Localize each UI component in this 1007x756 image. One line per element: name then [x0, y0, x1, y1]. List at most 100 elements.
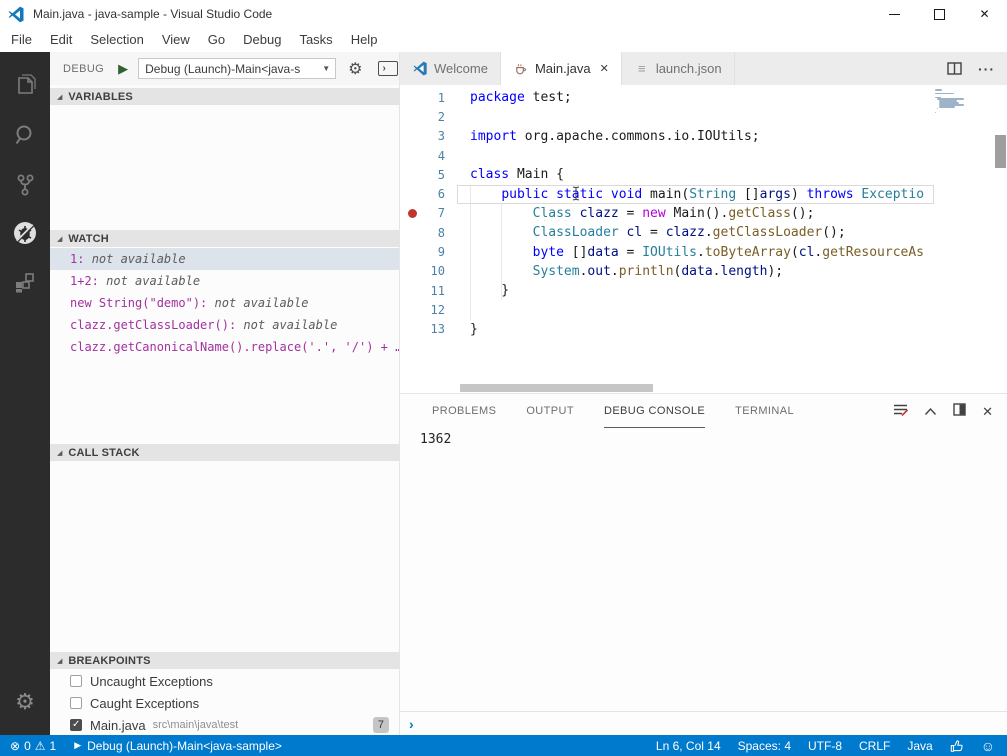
breakpoint-checkbox[interactable] — [70, 719, 82, 731]
breakpoint-dot[interactable] — [408, 208, 417, 218]
watch-expression-row[interactable]: clazz.getClassLoader(): not available — [50, 314, 399, 336]
tab-main-java[interactable]: Main.java ✕ — [500, 52, 622, 85]
code-line[interactable]: 8 ClassLoader cl = clazz.getClassLoader(… — [400, 223, 1007, 242]
menu-go[interactable]: Go — [199, 28, 234, 52]
code-text: Class clazz = new Main().getClass(); — [532, 205, 815, 221]
code-line[interactable]: 7 Class clazz = new Main().getClass(); — [400, 204, 1007, 223]
code-line[interactable]: 11 } — [400, 281, 1007, 300]
code-line[interactable]: 10 System.out.println(data.length); — [400, 262, 1007, 281]
problems-status[interactable]: ⊗ 0 ⚠ 1 — [10, 739, 60, 753]
breakpoint-checkbox[interactable] — [70, 697, 82, 709]
debug-icon[interactable] — [0, 211, 50, 255]
watch-expression-row[interactable]: clazz.getCanonicalName().replace('.', '/… — [50, 336, 399, 358]
code-line[interactable]: 2 — [400, 107, 1007, 126]
maximize-panel-icon[interactable] — [924, 403, 937, 421]
watch-expression: new String("demo"): — [70, 296, 215, 310]
menu-help[interactable]: Help — [342, 28, 387, 52]
tab-launch-json[interactable]: ≡ launch.json — [621, 52, 735, 85]
minimap[interactable] — [935, 89, 991, 114]
panel-tab-terminal[interactable]: TERMINAL — [735, 394, 794, 428]
code-line[interactable]: 5 class Main { — [400, 165, 1007, 184]
open-debug-console-icon[interactable]: › — [378, 61, 399, 76]
search-icon[interactable] — [0, 113, 50, 157]
menu-view[interactable]: View — [153, 28, 199, 52]
tab-welcome[interactable]: Welcome — [400, 52, 501, 85]
clear-console-icon[interactable] — [893, 403, 909, 421]
more-actions-icon[interactable]: ··· — [978, 61, 995, 77]
menu-bar: File Edit Selection View Go Debug Tasks Help — [0, 28, 1007, 52]
code-line[interactable]: 6 public static void main(String []args)… — [400, 184, 1007, 203]
status-eol[interactable]: CRLF — [859, 739, 890, 753]
settings-gear-icon[interactable]: ⚙ — [0, 684, 50, 720]
variables-section-header[interactable]: ◢ VARIABLES — [50, 88, 399, 105]
debug-target-status[interactable]: ▶ Debug (Launch)-Main<java-sample> — [74, 739, 282, 753]
horizontal-scrollbar-thumb[interactable] — [460, 384, 653, 392]
vscode-window: Main.java - java-sample - Visual Studio … — [0, 0, 1007, 756]
smiley-feedback-icon[interactable]: ☺ — [981, 738, 995, 754]
call-stack-section-header[interactable]: ◢ CALL STACK — [50, 444, 399, 461]
menu-tasks[interactable]: Tasks — [290, 28, 341, 52]
code-line[interactable]: 12 — [400, 300, 1007, 319]
breakpoints-section-header[interactable]: ◢ BREAKPOINTS — [50, 652, 399, 669]
minimize-button[interactable] — [872, 0, 917, 28]
panel-tab-output[interactable]: OUTPUT — [526, 394, 574, 428]
split-editor-icon[interactable] — [947, 62, 962, 75]
breakpoint-row[interactable]: Uncaught Exceptions — [50, 670, 399, 692]
code-line[interactable]: 4 — [400, 146, 1007, 165]
start-debug-icon[interactable]: ▶ — [118, 61, 128, 77]
status-encoding[interactable]: UTF-8 — [808, 739, 842, 753]
vertical-scrollbar[interactable] — [994, 85, 1007, 393]
close-icon[interactable]: ✕ — [600, 62, 609, 75]
vertical-scrollbar-thumb[interactable] — [995, 135, 1006, 168]
close-button[interactable]: ✕ — [962, 0, 1007, 28]
maximize-button[interactable] — [917, 0, 962, 28]
status-indentation[interactable]: Spaces: 4 — [738, 739, 791, 753]
breakpoint-row[interactable]: Caught Exceptions — [50, 692, 399, 714]
bottom-panel: PROBLEMS OUTPUT DEBUG CONSOLE TERMINAL ✕ 13… — [400, 393, 1007, 735]
breakpoint-row[interactable]: Main.java src\main\java\test 7 — [50, 714, 399, 736]
debug-console-input[interactable]: › — [400, 711, 1007, 735]
tab-label: Welcome — [434, 61, 488, 76]
line-number: 4 — [437, 148, 445, 163]
code-line[interactable]: 13} — [400, 320, 1007, 339]
watch-expression-row[interactable]: 1+2: not available — [50, 270, 399, 292]
menu-edit[interactable]: Edit — [41, 28, 81, 52]
status-language-mode[interactable]: Java — [907, 739, 932, 753]
panel-tab-debug-console[interactable]: DEBUG CONSOLE — [603, 394, 706, 428]
watch-expression-row[interactable]: 1: not available — [50, 248, 399, 270]
breakpoint-label: Caught Exceptions — [90, 695, 200, 711]
watch-expression: 1+2: — [70, 274, 107, 288]
panel-tab-problems[interactable]: PROBLEMS — [432, 394, 496, 428]
code-line[interactable]: 1 package test; — [400, 88, 1007, 107]
chevron-down-icon: ▼ — [322, 64, 331, 73]
files-icon[interactable] — [0, 63, 50, 107]
debug-toolbar: DEBUG ▶ Debug (Launch)-Main<java-s ▼ ⚙ › — [50, 52, 399, 85]
code-lines: 1 package test; 2 3 import org.apache.common… — [400, 88, 1007, 339]
line-number: 2 — [437, 109, 445, 124]
menu-selection[interactable]: Selection — [81, 28, 152, 52]
menu-debug[interactable]: Debug — [234, 28, 290, 52]
tab-label: Main.java — [534, 61, 591, 76]
menu-file[interactable]: File — [2, 28, 41, 52]
code-editor[interactable]: 1 package test; 2 3 import org.apache.common… — [400, 85, 1007, 393]
close-panel-icon[interactable]: ✕ — [982, 404, 993, 420]
breakpoint-checkbox[interactable] — [70, 675, 82, 687]
watch-section-header[interactable]: ◢ WATCH — [50, 230, 399, 247]
tab-label: launch.json — [655, 61, 722, 76]
activity-bar: ⚙ — [0, 52, 50, 735]
code-line[interactable]: 9 byte []data = IOUtils.toByteArray(cl.g… — [400, 242, 1007, 261]
source-control-icon[interactable] — [0, 163, 50, 207]
status-bar-left: ⊗ 0 ⚠ 1 ▶ Debug (Launch)-Main<java-sampl… — [10, 739, 282, 753]
status-cursor-position[interactable]: Ln 6, Col 14 — [656, 739, 721, 753]
extensions-icon[interactable] — [0, 261, 50, 305]
minimap-line — [936, 107, 938, 110]
code-line[interactable]: 3 import org.apache.commons.io.IOUtils; — [400, 127, 1007, 146]
watch-list: 1: not available 1+2: not available new St… — [50, 248, 399, 358]
feedback-thumb-icon[interactable] — [950, 739, 964, 753]
toggle-panel-position-icon[interactable] — [953, 403, 966, 421]
line-number: 10 — [430, 264, 445, 279]
watch-expression-row[interactable]: new String("demo"): not available — [50, 292, 399, 314]
panel-actions: ✕ — [877, 403, 993, 421]
debug-configuration-dropdown[interactable]: Debug (Launch)-Main<java-s ▼ — [138, 58, 337, 79]
configure-gear-icon[interactable]: ⚙ — [348, 59, 362, 79]
